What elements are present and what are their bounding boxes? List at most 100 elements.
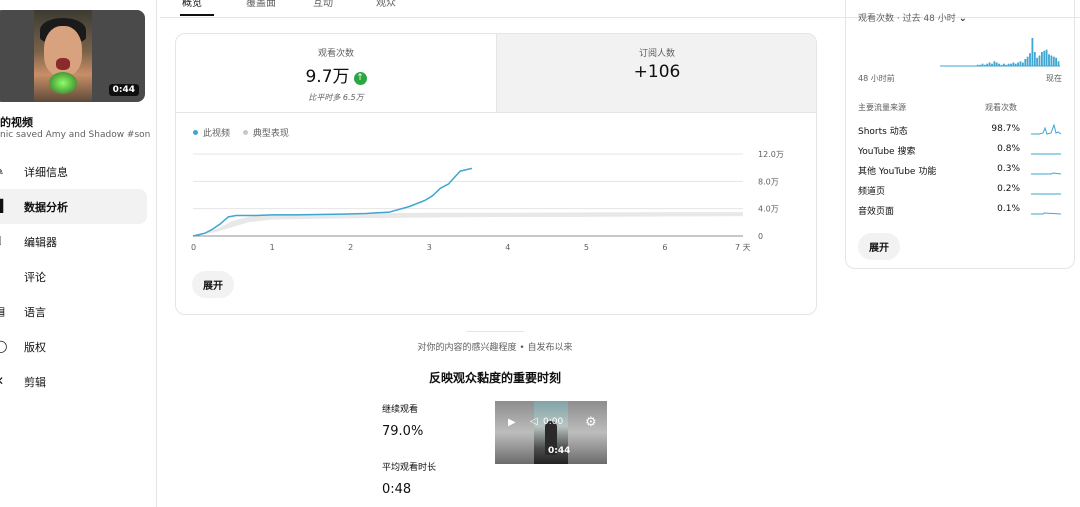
volume-icon[interactable]: ◁ — [530, 416, 538, 427]
avg-view-duration-value: 0:48 — [382, 482, 412, 497]
sidebar-item-language[interactable]: ▤ 语言 — [0, 294, 147, 329]
subscribers-label: 订阅人数 — [638, 49, 675, 59]
tab-active-indicator — [180, 14, 214, 16]
source-value: 0.2% — [997, 184, 1020, 194]
realtime-bar — [984, 64, 986, 66]
source-value: 0.1% — [997, 204, 1020, 214]
typical-performance-band — [193, 212, 743, 236]
copyright-icon: ◯ — [0, 339, 8, 353]
sidebar-item-label: 剪辑 — [24, 376, 46, 389]
sidebar: 0:44 的视频 nic saved Amy and Shadow #soni.… — [0, 0, 157, 507]
source-name: 音效页面 — [858, 207, 895, 217]
traffic-source-row[interactable]: 其他 YouTube 功能 0.3% — [858, 164, 1064, 184]
expand-button[interactable]: 展开 — [192, 271, 234, 298]
play-icon[interactable]: ▶ — [508, 417, 516, 428]
chart-legend: 此视频 典型表现 — [193, 126, 299, 139]
source-value: 0.3% — [997, 164, 1020, 174]
language-icon: ▤ — [0, 305, 6, 317]
x-tick-label: 3 — [427, 243, 432, 252]
sidebar-item-comments[interactable]: ▯ 评论 — [0, 259, 147, 294]
settings-gear-icon[interactable]: ⚙ — [585, 415, 597, 430]
overview-card: 观看次数 9.7万 ↑ 比平时多 6.5万 订阅人数 +106 此视频 典型表现 … — [175, 33, 817, 315]
realtime-bar — [981, 63, 984, 66]
traffic-source-row[interactable]: YouTube 搜索 0.8% — [858, 144, 1064, 164]
player-duration: 0:44 — [548, 446, 571, 456]
sidebar-item-copyright[interactable]: ◯ 版权 — [0, 329, 147, 364]
realtime-header[interactable]: 观看次数 · 过去 48 小时 ⌄ — [858, 11, 967, 24]
realtime-bar — [1026, 56, 1029, 66]
x-tick-label: 1 — [270, 243, 275, 252]
realtime-bar — [1045, 49, 1048, 66]
realtime-bar — [1014, 63, 1017, 66]
video-duration-badge: 0:44 — [108, 84, 139, 96]
traffic-views-header: 观看次数 — [985, 103, 1017, 112]
editor-icon: ⌸ — [0, 235, 6, 247]
video-title: 的视频 — [0, 116, 33, 129]
tab-engagement[interactable]: 互动 — [313, 0, 333, 9]
legend-dot-icon — [242, 130, 248, 135]
expand-realtime-button[interactable]: 展开 — [858, 233, 900, 260]
video-description: nic saved Amy and Shadow #soni... — [0, 130, 150, 140]
engagement-subtitle: 对你的内容的感兴趣程度 • 自发布以来 — [417, 343, 573, 353]
source-sparkline — [1031, 123, 1061, 135]
sidebar-item-clips[interactable]: ✕ 剪辑 — [0, 364, 147, 399]
chevron-down-icon: ⌄ — [958, 13, 968, 24]
sidebar-item-label: 评论 — [24, 271, 46, 284]
video-player[interactable]: ▶ ◁ 0:00 ⚙ 0:44 — [495, 401, 607, 464]
sidebar-item-label: 数据分析 — [24, 201, 68, 214]
source-sparkline — [1031, 153, 1061, 155]
sidebar-item-details[interactable]: ✎ 详细信息 — [0, 154, 147, 189]
source-sparkline — [1031, 193, 1061, 195]
x-tick-label: 5 — [584, 243, 589, 252]
sidebar-nav: ✎ 详细信息 ▟ 数据分析 ⌸ 编辑器 ▯ 评论 ▤ 语言 ◯ 版权 ✕ 剪辑 — [0, 154, 147, 399]
realtime-bar — [991, 63, 993, 66]
continue-watching-label: 继续观看 — [382, 405, 419, 415]
x-tick-label: 0 — [191, 243, 196, 252]
engagement-title: 反映观众黏度的重要时刻 — [428, 371, 561, 385]
legend-typical: 典型表现 — [242, 129, 289, 139]
views-line-chart[interactable]: 0 4.0万 8.0万 12.0万 0 1 2 3 4 5 6 7 天 — [176, 142, 816, 254]
x-tick-label: 7 天 — [735, 243, 751, 252]
source-sparkline — [1031, 212, 1061, 215]
realtime-bar — [1043, 50, 1046, 66]
views-stat[interactable]: 观看次数 9.7万 ↑ 比平时多 6.5万 — [176, 34, 496, 113]
realtime-bar — [1050, 55, 1053, 66]
subscribers-value: +106 — [633, 62, 681, 82]
traffic-source-row[interactable]: Shorts 动态 98.7% — [858, 123, 1064, 144]
player-current-time: 0:00 — [543, 417, 564, 427]
x-tick-label: 6 — [662, 243, 667, 252]
realtime-bar — [1019, 61, 1022, 66]
source-value: 98.7% — [991, 124, 1020, 134]
realtime-bar — [1029, 53, 1031, 66]
traffic-source-row[interactable]: 音效页面 0.1% — [858, 204, 1064, 224]
tab-overview[interactable]: 概览 — [182, 0, 202, 9]
tab-audience[interactable]: 观众 — [376, 0, 396, 9]
realtime-bar — [1041, 52, 1043, 66]
traffic-source-row[interactable]: 频道页 0.2% — [858, 184, 1064, 204]
realtime-bar — [998, 63, 1000, 66]
views-value-row: 9.7万 ↑ — [176, 62, 496, 87]
video-thumbnail[interactable]: 0:44 — [0, 10, 145, 102]
comment-icon: ▯ — [0, 270, 6, 282]
arrow-up-icon: ↑ — [353, 72, 367, 85]
sidebar-item-analytics[interactable]: ▟ 数据分析 — [0, 189, 147, 224]
pencil-icon: ✎ — [0, 165, 6, 177]
source-sparkline — [1031, 172, 1061, 175]
tab-reach[interactable]: 覆盖面 — [246, 0, 276, 9]
realtime-bar — [1000, 64, 1003, 66]
source-name: 其他 YouTube 功能 — [858, 167, 937, 177]
realtime-bar — [986, 63, 989, 66]
x-tick-label: 2 — [348, 243, 353, 252]
realtime-bar — [988, 62, 991, 66]
realtime-panel: 观看次数 · 过去 48 小时 ⌄ 48 小时前 现在 主要流量来源 观看次数 … — [845, 0, 1075, 269]
source-value: 0.8% — [997, 144, 1020, 154]
realtime-bar — [1022, 62, 1024, 66]
realtime-bar — [1007, 63, 1010, 66]
realtime-bar-chart[interactable] — [846, 32, 1074, 68]
sidebar-item-editor[interactable]: ⌸ 编辑器 — [0, 224, 147, 259]
subscribers-stat[interactable]: 订阅人数 +106 — [496, 34, 816, 113]
realtime-bar — [1017, 62, 1019, 66]
thumbnail-mouth — [56, 58, 70, 70]
realtime-bar — [1052, 56, 1055, 66]
legend-this-video: 此视频 — [193, 129, 230, 139]
